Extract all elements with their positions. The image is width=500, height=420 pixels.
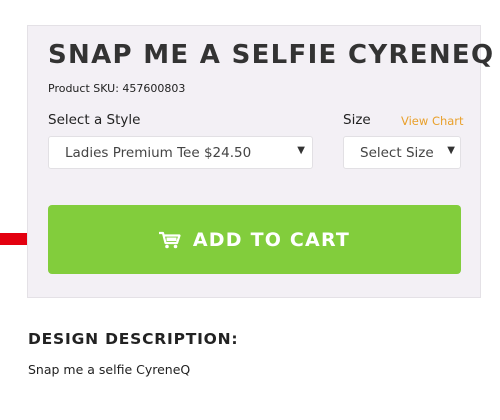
size-select[interactable]: Select Size ▼	[343, 136, 461, 169]
product-sku: Product SKU: 457600803	[48, 82, 186, 95]
view-size-chart-link[interactable]: View Chart	[401, 114, 464, 128]
design-description-text: Snap me a selfie CyreneQ	[28, 362, 191, 377]
product-title: SNAP ME A SELFIE CYRENEQ	[48, 40, 495, 70]
style-select-value: Ladies Premium Tee $24.50	[65, 145, 252, 161]
add-to-cart-label: ADD TO CART	[192, 228, 351, 251]
chevron-down-icon: ▼	[447, 145, 455, 156]
design-description-heading: DESIGN DESCRIPTION:	[28, 330, 239, 348]
style-select-label: Select a Style	[48, 112, 141, 128]
shopping-cart-icon	[158, 231, 181, 248]
style-select[interactable]: Ladies Premium Tee $24.50 ▼	[48, 136, 313, 169]
chevron-down-icon: ▼	[297, 145, 305, 156]
size-select-value: Select Size	[360, 145, 434, 161]
size-select-label: Size	[343, 112, 371, 128]
product-page: SNAP ME A SELFIE CYRENEQ Product SKU: 45…	[0, 0, 500, 420]
add-to-cart-button[interactable]: ADD TO CART	[48, 205, 461, 274]
product-options-card: SNAP ME A SELFIE CYRENEQ Product SKU: 45…	[27, 25, 493, 298]
